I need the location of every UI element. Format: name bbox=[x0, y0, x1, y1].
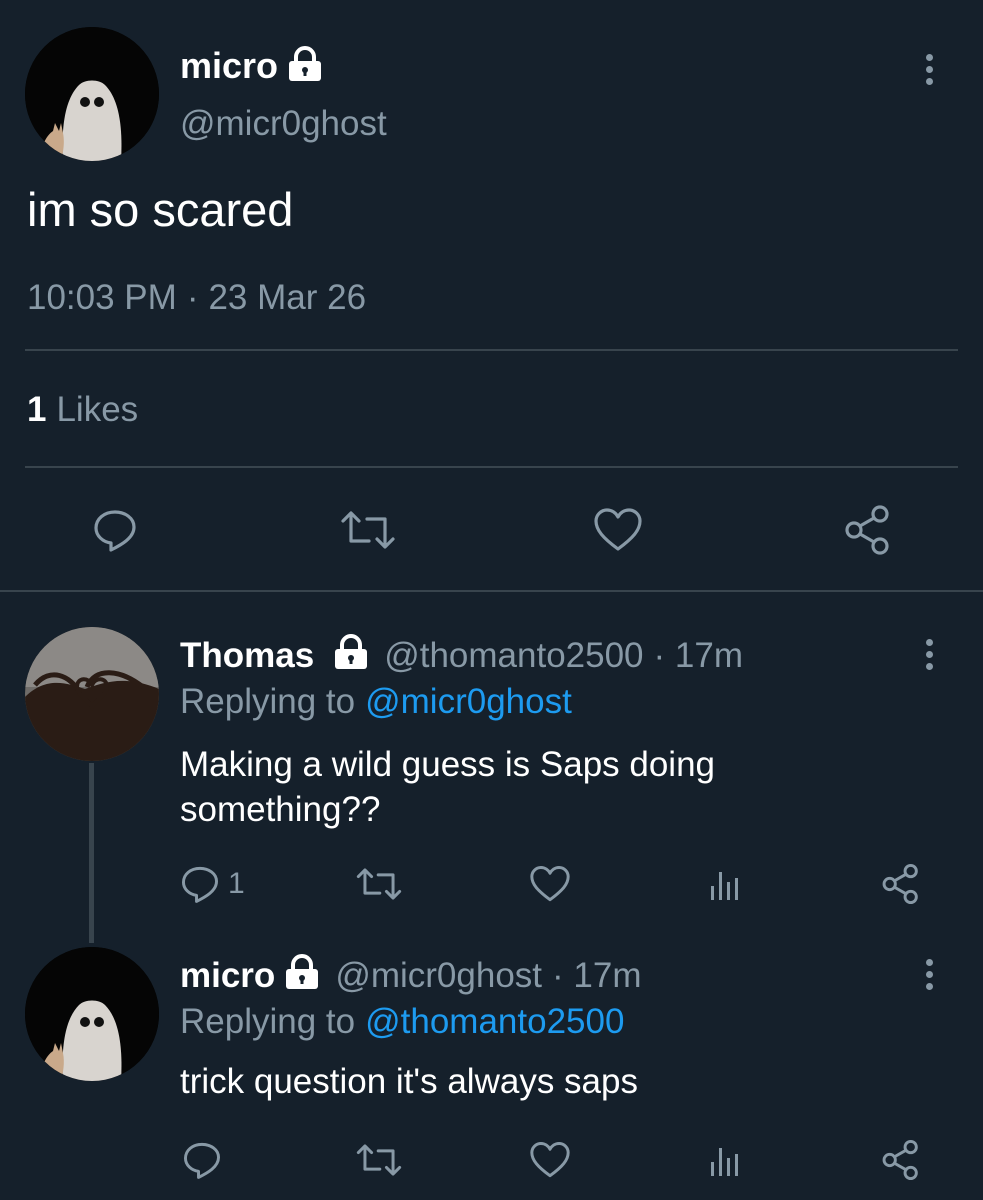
avatar-micro[interactable] bbox=[25, 947, 159, 1081]
share-icon[interactable] bbox=[843, 503, 893, 557]
thread-line bbox=[89, 763, 94, 943]
reply-icon[interactable] bbox=[180, 1138, 224, 1182]
reply-author-handle[interactable]: @thomanto2500 bbox=[384, 636, 643, 676]
reply-author-handle[interactable]: @micr0ghost bbox=[335, 956, 542, 996]
tweet-time: 10:03 PM bbox=[27, 278, 177, 317]
analytics-icon[interactable] bbox=[705, 1140, 745, 1180]
reply-text: something?? bbox=[180, 790, 381, 829]
retweet-icon[interactable] bbox=[338, 505, 398, 555]
replying-to-prefix: Replying to bbox=[180, 1002, 356, 1041]
lock-icon bbox=[332, 633, 370, 679]
like-icon[interactable] bbox=[528, 1140, 572, 1180]
reply-text: Making a wild guess is Saps doing bbox=[180, 745, 716, 784]
tweet-date: 23 Mar 26 bbox=[208, 278, 367, 317]
author-handle[interactable]: @micr0ghost bbox=[180, 104, 387, 144]
reply-icon bbox=[180, 864, 220, 904]
reply-age: · 17m bbox=[552, 956, 642, 995]
lock-icon bbox=[283, 953, 321, 999]
likes-count: 1 bbox=[27, 390, 47, 429]
tweet-separator: · bbox=[186, 278, 199, 317]
more-icon[interactable] bbox=[923, 54, 935, 85]
share-icon[interactable] bbox=[880, 1138, 922, 1182]
avatar-micro[interactable] bbox=[25, 27, 159, 161]
likes-label: Likes bbox=[56, 390, 139, 429]
reply-author-name[interactable]: micro bbox=[180, 956, 275, 996]
share-icon[interactable] bbox=[880, 862, 922, 906]
likes-summary[interactable]: 1 Likes bbox=[27, 390, 138, 430]
like-icon[interactable] bbox=[592, 505, 644, 555]
reply-author-name[interactable]: Thomas bbox=[180, 636, 314, 676]
tweet-text: im so scared bbox=[27, 183, 294, 236]
retweet-icon[interactable] bbox=[354, 864, 404, 904]
divider bbox=[25, 466, 958, 468]
retweet-icon[interactable] bbox=[354, 1140, 404, 1180]
replying-to-link[interactable]: @thomanto2500 bbox=[365, 1002, 624, 1042]
reply-text: trick question it's always saps bbox=[180, 1062, 638, 1101]
avatar-thomas[interactable] bbox=[25, 627, 159, 761]
replying-to-prefix: Replying to bbox=[180, 682, 356, 721]
replying-to-link[interactable]: @micr0ghost bbox=[365, 682, 572, 722]
more-icon[interactable] bbox=[923, 639, 935, 670]
analytics-icon[interactable] bbox=[705, 864, 745, 904]
reply-age: · 17m bbox=[653, 636, 743, 675]
section-divider bbox=[0, 590, 983, 592]
lock-icon bbox=[286, 45, 324, 87]
like-icon[interactable] bbox=[528, 864, 572, 904]
author-name[interactable]: micro bbox=[180, 45, 278, 87]
reply-count: 1 bbox=[228, 867, 245, 900]
divider bbox=[25, 349, 958, 351]
reply-icon[interactable] bbox=[90, 505, 140, 555]
more-icon[interactable] bbox=[923, 959, 935, 990]
reply-action[interactable]: 1 bbox=[180, 862, 245, 906]
